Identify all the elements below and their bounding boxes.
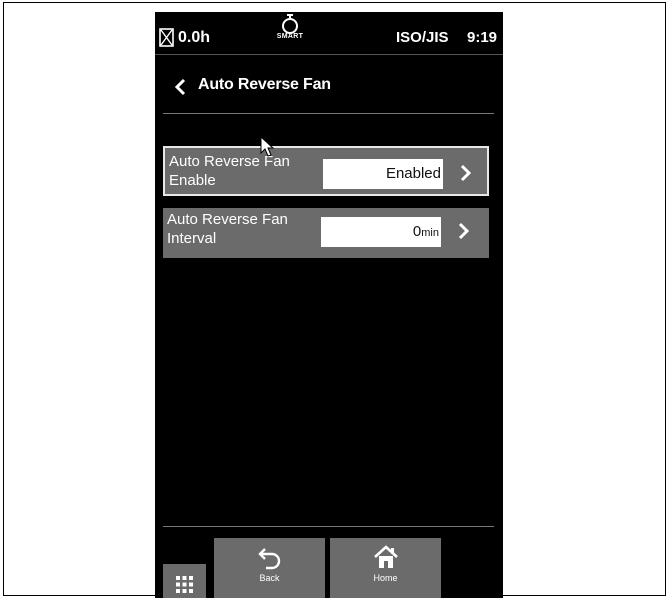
clock: 9:19	[467, 29, 498, 46]
hour-meter: 0.0h	[178, 29, 211, 46]
engine-icon	[282, 14, 298, 34]
page-title: Auto Reverse Fan	[198, 76, 331, 93]
chevron-right-icon[interactable]	[459, 164, 471, 182]
status-bar: 0.0h SMART ISO/JIS 9:19	[155, 12, 503, 54]
setting-label-line1: Auto Reverse Fan	[167, 211, 288, 228]
setting-label: Auto Reverse Fan Enable	[169, 152, 319, 190]
back-button[interactable]: Back	[214, 538, 325, 598]
setting-row-interval[interactable]: Auto Reverse Fan Interval 0min	[163, 208, 489, 258]
divider	[155, 54, 503, 55]
menu-grid-button[interactable]	[163, 564, 206, 598]
setting-label-line2: Enable	[169, 172, 216, 189]
setting-value: 0	[412, 223, 422, 240]
setting-value-field[interactable]: 0min	[321, 217, 441, 247]
undo-icon	[257, 548, 280, 570]
setting-value: Enabled	[385, 165, 441, 182]
back-arrow-icon[interactable]	[173, 78, 187, 96]
back-label: Back	[259, 573, 280, 583]
home-icon	[373, 545, 398, 568]
standard-indicator: ISO/JIS	[396, 29, 449, 46]
setting-unit: min	[421, 227, 439, 239]
setting-value-field[interactable]: Enabled	[323, 159, 443, 189]
device-screen: 0.0h SMART ISO/JIS 9:19 Auto Reverse Fan…	[155, 12, 503, 598]
hourglass-icon	[159, 28, 174, 47]
mouse-cursor-icon	[260, 136, 275, 157]
divider	[163, 113, 494, 114]
setting-label-line1: Auto Reverse Fan	[169, 153, 290, 170]
home-button[interactable]: Home	[330, 538, 441, 598]
divider	[163, 526, 494, 527]
chevron-right-icon[interactable]	[457, 222, 469, 240]
setting-label: Auto Reverse Fan Interval	[167, 210, 317, 248]
setting-label-line2: Interval	[167, 230, 217, 247]
home-label: Home	[373, 573, 398, 583]
engine-mode-indicator: SMART	[273, 14, 307, 52]
setting-row-enable[interactable]: Auto Reverse Fan Enable Enabled	[163, 146, 489, 196]
engine-mode-label: SMART	[276, 33, 304, 40]
grid-menu-icon	[176, 576, 193, 593]
